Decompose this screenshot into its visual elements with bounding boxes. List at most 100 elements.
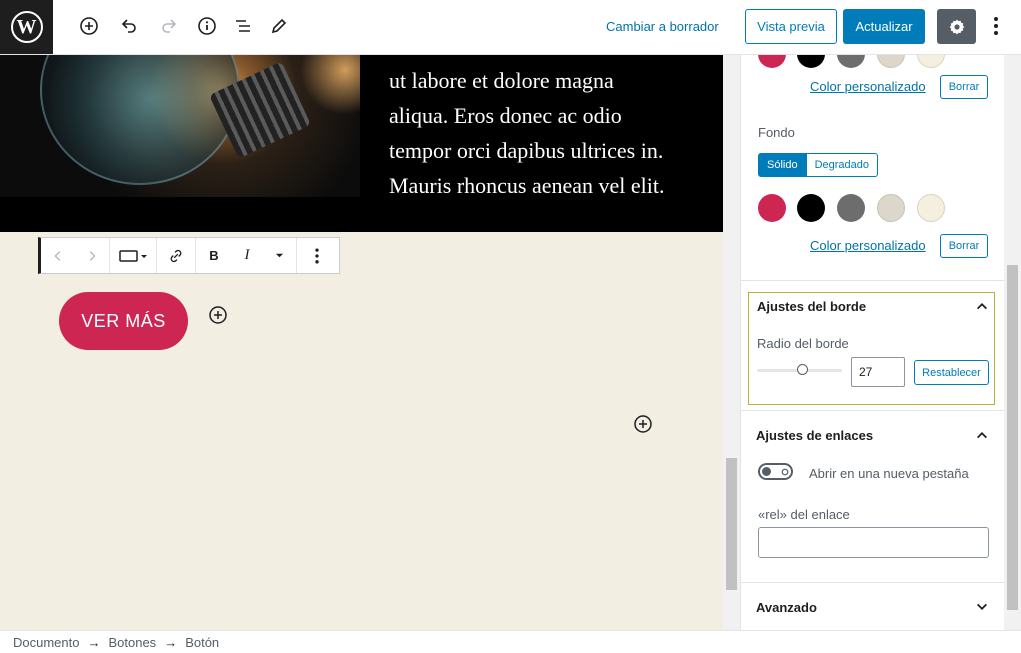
switch-to-draft-link[interactable]: Cambiar a borrador: [606, 19, 719, 34]
chevron-right-icon: [89, 250, 96, 261]
arrow-right-icon: →: [87, 634, 101, 650]
bg-color-clear-button[interactable]: Borrar: [940, 234, 988, 258]
border-reset-button[interactable]: Restablecer: [914, 360, 989, 385]
border-radius-input[interactable]: 27: [851, 357, 905, 387]
block-options-button[interactable]: [297, 238, 337, 273]
panel-divider: [741, 280, 1005, 281]
new-tab-toggle[interactable]: [758, 463, 793, 480]
add-block-inline[interactable]: [633, 414, 653, 434]
bulb-glass: [40, 55, 240, 185]
panel-divider: [741, 582, 1005, 583]
color-swatch-gray[interactable]: [837, 55, 865, 68]
tools-button[interactable]: [267, 14, 291, 38]
bg-swatch-black[interactable]: [797, 194, 825, 222]
block-breadcrumb: Documento → Botones → Botón: [0, 630, 1021, 653]
vertical-ellipsis-icon: [994, 17, 998, 35]
media-text-line: aliqua. Eros donec ac odio: [389, 103, 622, 128]
text-color-clear-button[interactable]: Borrar: [940, 75, 988, 99]
advanced-panel-toggle[interactable]: [974, 599, 990, 615]
media-text-block[interactable]: ut labore et dolore magna aliqua. Eros d…: [0, 55, 723, 232]
border-radius-slider-thumb[interactable]: [797, 364, 808, 375]
preview-button[interactable]: Vista previa: [745, 9, 837, 44]
caret-down-icon: [275, 253, 283, 258]
link-button[interactable]: [157, 238, 195, 273]
rel-input[interactable]: [758, 527, 989, 558]
info-icon: [198, 17, 216, 35]
background-type-toggle: Sólido Degradado: [758, 153, 879, 177]
advanced-panel-title[interactable]: Avanzado: [756, 600, 817, 615]
add-block-button[interactable]: [77, 14, 101, 38]
settings-sidebar: Color personalizado Borrar Fondo Sólido …: [740, 55, 1021, 630]
lightbulb-image[interactable]: [0, 55, 360, 197]
link-settings-title[interactable]: Ajustes de enlaces: [756, 428, 873, 443]
new-tab-label: Abrir en una nueva pestaña: [809, 466, 969, 481]
bg-swatch-cream[interactable]: [917, 194, 945, 222]
undo-button[interactable]: [117, 14, 141, 38]
border-panel-title[interactable]: Ajustes del borde: [757, 299, 866, 314]
redo-button[interactable]: [157, 14, 181, 38]
color-swatch-cream[interactable]: [917, 55, 945, 68]
sidebar-scrollbar-thumb[interactable]: [1007, 265, 1018, 610]
breadcrumb-button[interactable]: Botón: [185, 635, 219, 650]
block-toolbar: B I: [38, 237, 340, 274]
arrow-right-icon: →: [164, 634, 178, 650]
rel-label: «rel» del enlace: [758, 507, 850, 522]
solid-tab[interactable]: Sólido: [758, 153, 807, 177]
color-swatch-beige[interactable]: [877, 55, 905, 68]
more-options-button[interactable]: [986, 14, 1006, 38]
media-text-line: Mauris rhoncus aenean vel elit.: [389, 173, 665, 198]
update-button[interactable]: Actualizar: [843, 9, 925, 44]
bg-swatch-primary[interactable]: [758, 194, 786, 222]
wordpress-logo-icon: W: [10, 11, 43, 43]
plus-circle-icon: [634, 415, 652, 433]
media-text-content[interactable]: ut labore et dolore magna aliqua. Eros d…: [389, 63, 709, 203]
undo-icon: [121, 19, 136, 33]
toggle-knob: [762, 467, 771, 476]
block-switcher-group: [110, 238, 157, 273]
options-group: [296, 238, 337, 273]
color-swatch-primary[interactable]: [758, 55, 786, 68]
text-custom-color-link[interactable]: Color personalizado: [810, 79, 926, 94]
canvas-scrollbar[interactable]: [723, 55, 740, 630]
more-formats-button[interactable]: [262, 238, 296, 273]
block-type-switcher[interactable]: [110, 238, 156, 273]
wordpress-logo-button[interactable]: W: [0, 0, 53, 54]
chevron-up-icon: [977, 303, 987, 310]
border-radius-label: Radio del borde: [757, 336, 849, 351]
italic-button[interactable]: I: [232, 238, 262, 273]
settings-button[interactable]: [937, 9, 976, 44]
link-group: [157, 238, 196, 273]
chevron-left-icon: [54, 250, 61, 261]
gear-icon: [949, 19, 964, 34]
redo-icon: [162, 19, 177, 33]
list-view-icon: [236, 20, 250, 32]
bg-custom-color-link[interactable]: Color personalizado: [810, 238, 926, 253]
format-group: B I: [196, 238, 296, 273]
light-glow: [300, 55, 360, 115]
ver-mas-button-block[interactable]: VER MÁS: [59, 292, 188, 350]
panel-divider: [741, 410, 1005, 411]
color-swatch-black[interactable]: [797, 55, 825, 68]
canvas-scrollbar-thumb[interactable]: [726, 458, 737, 590]
breadcrumb-buttons[interactable]: Botones: [108, 635, 156, 650]
breadcrumb-document[interactable]: Documento: [13, 635, 79, 650]
move-left-button[interactable]: [41, 238, 75, 273]
move-right-button[interactable]: [75, 238, 109, 273]
bold-button[interactable]: B: [196, 238, 232, 273]
add-button-inline[interactable]: [208, 305, 228, 325]
border-panel-toggle[interactable]: [974, 298, 990, 314]
bg-swatch-gray[interactable]: [837, 194, 865, 222]
block-navigation-button[interactable]: [231, 14, 255, 38]
bg-swatch-beige[interactable]: [877, 194, 905, 222]
media-text-line: ut labore et dolore magna: [389, 68, 614, 93]
link-settings-toggle[interactable]: [974, 427, 990, 443]
gradient-tab[interactable]: Degradado: [806, 153, 879, 177]
chevron-down-icon: [977, 603, 987, 610]
plus-circle-icon: [80, 17, 98, 35]
link-icon: [170, 249, 182, 262]
editor-header: W Cambiar a borrador Vista previa Actual…: [0, 0, 1021, 55]
pencil-icon: [271, 18, 287, 34]
info-button[interactable]: [195, 14, 219, 38]
editor-canvas[interactable]: ut labore et dolore magna aliqua. Eros d…: [0, 55, 723, 630]
sidebar-scrollbar[interactable]: [1004, 55, 1021, 630]
